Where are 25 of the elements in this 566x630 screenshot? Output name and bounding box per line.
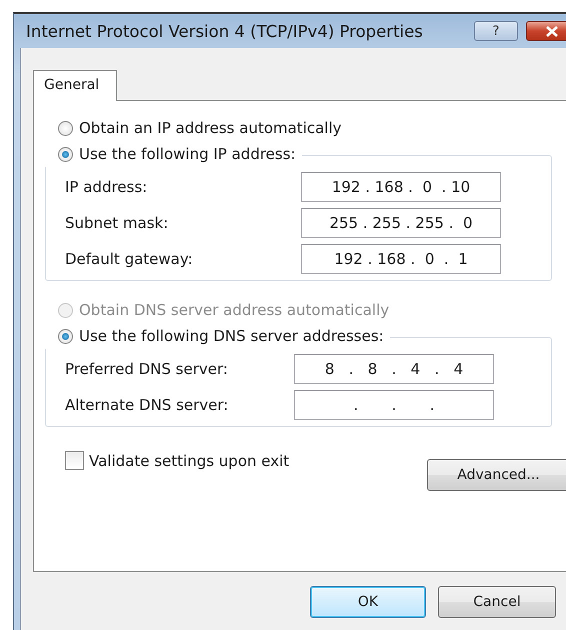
radio-button[interactable] xyxy=(58,146,73,162)
advanced-button[interactable]: Advanced... xyxy=(427,459,566,491)
radio-label[interactable]: Use the following IP address: xyxy=(79,145,296,163)
tab[interactable]: General xyxy=(33,70,117,101)
ip-address-field[interactable]: 255 . 255 . 255 . 0 xyxy=(301,208,501,238)
ip-address-field[interactable]: 8 . 8 . 4 . 4 xyxy=(294,354,494,384)
ip-address-field[interactable]: 192 . 168 . 0 . 1 xyxy=(301,244,501,274)
radio-label[interactable]: Use the following DNS server addresses: xyxy=(79,327,384,345)
field-label: Preferred DNS server: xyxy=(65,360,228,378)
radio-button[interactable] xyxy=(58,120,73,136)
ip-address-field[interactable]: 192 . 168 . 0 . 10 xyxy=(301,172,501,202)
field-label: IP address: xyxy=(65,178,148,196)
ip-address-field[interactable]: . . . xyxy=(294,390,494,420)
field-label: Subnet mask: xyxy=(65,214,168,232)
radio-label[interactable]: Obtain an IP address automatically xyxy=(79,119,342,137)
window-title: Internet Protocol Version 4 (TCP/IPv4) Properties xyxy=(26,22,424,40)
close-icon xyxy=(545,26,559,36)
field-label: Alternate DNS server: xyxy=(65,396,228,414)
field-label: Default gateway: xyxy=(65,250,193,268)
radio-button[interactable] xyxy=(58,328,73,344)
close-button[interactable] xyxy=(526,21,566,41)
ok-button[interactable]: OK xyxy=(310,586,426,618)
validate-checkbox[interactable]: Validate settings upon exit xyxy=(65,451,290,470)
help-button[interactable]: ? xyxy=(474,21,518,41)
cancel-button[interactable]: Cancel xyxy=(438,586,556,618)
